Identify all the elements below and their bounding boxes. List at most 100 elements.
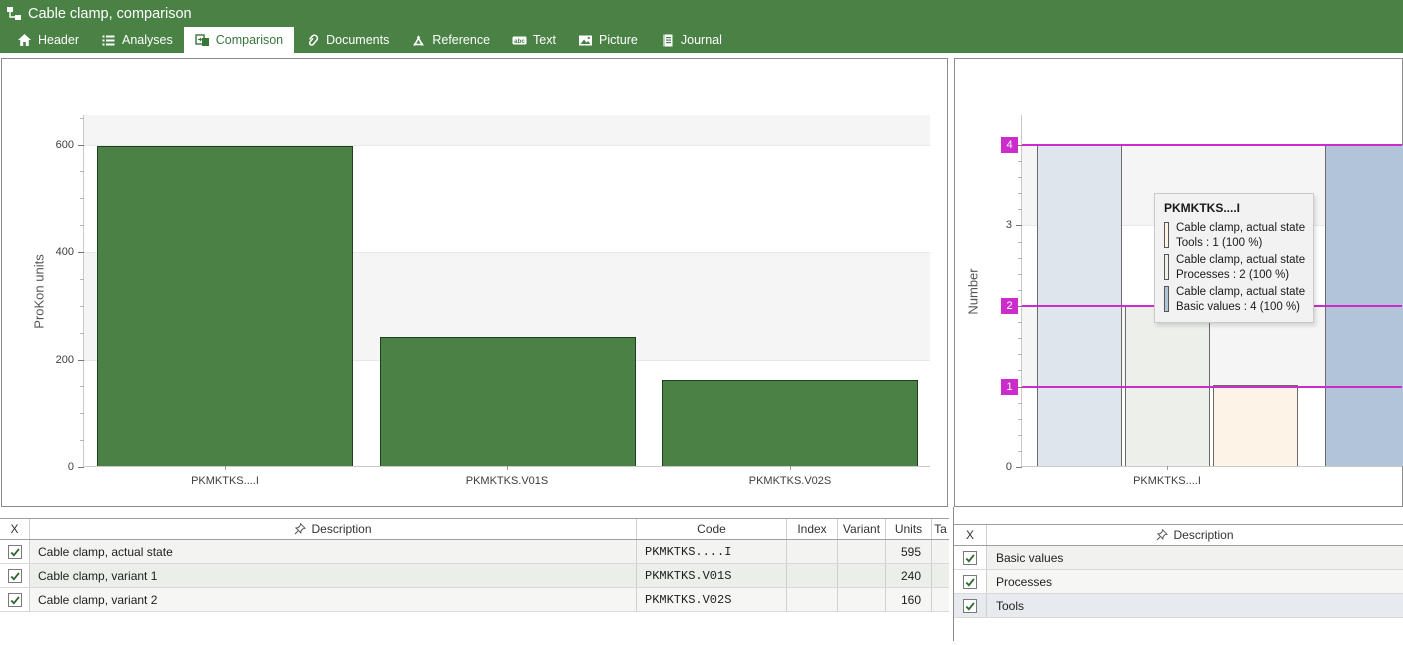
column-header-description[interactable]: Description bbox=[987, 525, 1403, 545]
y-minor-tick bbox=[1018, 290, 1022, 291]
x-category-label: PKMKTKS....I bbox=[1133, 475, 1201, 487]
y-minor-tick bbox=[80, 413, 84, 414]
y-minor-tick bbox=[80, 440, 84, 441]
column-header-x[interactable]: X bbox=[0, 519, 30, 539]
row-checkbox[interactable] bbox=[8, 593, 22, 607]
tooltip-title: PKMKTKS....I bbox=[1164, 201, 1305, 215]
column-header-x[interactable]: X bbox=[954, 525, 987, 545]
tab-label: Journal bbox=[681, 33, 722, 47]
table-row[interactable]: Processes bbox=[954, 570, 1403, 594]
row-checkbox[interactable] bbox=[8, 545, 22, 559]
y-minor-tick bbox=[80, 198, 84, 199]
tab-bar: Header Analyses Comparison Documents bbox=[0, 27, 1403, 53]
tooltip-item: Cable clamp, actual state Processes : 2 … bbox=[1164, 253, 1305, 282]
column-header-units[interactable]: Units bbox=[886, 519, 932, 539]
y-tick bbox=[1016, 225, 1022, 226]
tooltip-item: Cable clamp, actual state Tools : 1 (100… bbox=[1164, 221, 1305, 250]
reference-line-label-2: 2 bbox=[1001, 298, 1018, 314]
window-titlebar: Cable clamp, comparison bbox=[0, 0, 1403, 27]
cell-units: 240 bbox=[886, 564, 932, 587]
cell-description: Cable clamp, variant 1 bbox=[30, 564, 637, 587]
y-tick bbox=[78, 252, 84, 253]
tab-documents[interactable]: Documents bbox=[294, 27, 400, 53]
y-minor-tick bbox=[80, 279, 84, 280]
right-chart-panel: Number 0 3 PKMKTKS....I PKMKTKS....I bbox=[954, 58, 1403, 507]
column-header-target[interactable]: Ta bbox=[932, 519, 949, 539]
column-header-variant[interactable]: Variant bbox=[838, 519, 886, 539]
bar-PKMKTKS.V01S[interactable] bbox=[380, 337, 636, 466]
left-chart-plot[interactable]: 0 200 400 600 PKMKTKS....I PKMKTKS.V01S … bbox=[83, 115, 930, 467]
paperclip-icon bbox=[305, 33, 320, 48]
check-icon bbox=[964, 552, 976, 564]
abc-icon: abc bbox=[512, 33, 527, 48]
column-header-index[interactable]: Index bbox=[787, 519, 838, 539]
cell-variant bbox=[838, 540, 886, 563]
check-icon bbox=[9, 546, 21, 558]
row-checkbox[interactable] bbox=[963, 551, 977, 565]
y-minor-tick bbox=[1018, 274, 1022, 275]
tooltip-series-name: Cable clamp, actual state bbox=[1176, 285, 1305, 300]
tab-reference[interactable]: Reference bbox=[400, 27, 501, 53]
y-minor-tick bbox=[1018, 451, 1022, 452]
bar-PKMKTKS.V02S[interactable] bbox=[662, 380, 918, 466]
row-checkbox[interactable] bbox=[963, 575, 977, 589]
tab-label: Reference bbox=[432, 33, 490, 47]
y-tick-label: 200 bbox=[56, 354, 74, 366]
tooltip-series-value: Basic values : 4 (100 %) bbox=[1176, 300, 1305, 315]
x-tick bbox=[1167, 466, 1168, 470]
table-row[interactable]: Cable clamp, actual state PKMKTKS....I 5… bbox=[0, 540, 949, 564]
right-chart-plot[interactable]: 0 3 PKMKTKS....I PKMKTKS....I Cable clam… bbox=[1021, 115, 1402, 467]
pin-icon bbox=[294, 523, 306, 535]
column-header-code[interactable]: Code bbox=[637, 519, 787, 539]
cell-description: Basic values bbox=[987, 546, 1403, 569]
left-chart-y-axis-title: ProKon units bbox=[32, 237, 47, 347]
tooltip-series-name: Cable clamp, actual state bbox=[1176, 253, 1305, 268]
row-checkbox[interactable] bbox=[963, 599, 977, 613]
cell-description: Tools bbox=[987, 594, 1403, 617]
y-tick-label: 0 bbox=[68, 461, 74, 473]
y-minor-tick bbox=[1018, 403, 1022, 404]
journal-icon bbox=[660, 33, 675, 48]
bar-PKMKTKS....I[interactable] bbox=[97, 146, 353, 466]
table-row selected-row[interactable]: Tools bbox=[954, 594, 1403, 618]
picture-icon bbox=[578, 33, 593, 48]
check-icon bbox=[964, 576, 976, 588]
table-row[interactable]: Cable clamp, variant 1 PKMKTKS.V01S 240 bbox=[0, 564, 949, 588]
cell-description: Cable clamp, actual state bbox=[30, 540, 637, 563]
column-header-description[interactable]: Description bbox=[30, 519, 637, 539]
y-minor-tick bbox=[1018, 435, 1022, 436]
variants-table-header-row: X Description Code Index Variant Units T… bbox=[0, 518, 949, 540]
reference-line-label-4: 4 bbox=[1001, 137, 1018, 153]
check-icon bbox=[964, 600, 976, 612]
y-minor-tick bbox=[1018, 370, 1022, 371]
tab-label: Analyses bbox=[122, 33, 173, 47]
left-chart-panel: ProKon units 0 200 400 600 PKMKTKS....I … bbox=[1, 58, 948, 507]
y-tick bbox=[78, 360, 84, 361]
tab-text[interactable]: abc Text bbox=[501, 27, 567, 53]
tab-journal[interactable]: Journal bbox=[649, 27, 733, 53]
table-row[interactable]: Cable clamp, variant 2 PKMKTKS.V02S 160 bbox=[0, 588, 949, 612]
y-minor-tick bbox=[80, 386, 84, 387]
tab-picture[interactable]: Picture bbox=[567, 27, 649, 53]
y-minor-tick bbox=[1018, 193, 1022, 194]
y-minor-tick bbox=[80, 118, 84, 119]
table-row[interactable]: Basic values bbox=[954, 546, 1403, 570]
y-tick-label: 3 bbox=[1006, 219, 1012, 231]
reference-line-4 bbox=[1022, 144, 1402, 146]
y-minor-tick bbox=[1018, 242, 1022, 243]
pin-icon bbox=[1156, 529, 1168, 541]
tab-header[interactable]: Header bbox=[6, 27, 90, 53]
tab-label: Text bbox=[533, 33, 556, 47]
cell-code: PKMKTKS.V02S bbox=[637, 588, 787, 611]
x-tick bbox=[225, 466, 226, 470]
cell-index bbox=[787, 588, 838, 611]
row-checkbox[interactable] bbox=[8, 569, 22, 583]
categories-table: X Description Basic values bbox=[954, 524, 1403, 618]
tab-comparison[interactable]: Comparison bbox=[184, 27, 294, 53]
tab-analyses[interactable]: Analyses bbox=[90, 27, 184, 53]
tab-label: Header bbox=[38, 33, 79, 47]
bar-tools[interactable] bbox=[1213, 385, 1298, 466]
y-tick bbox=[78, 145, 84, 146]
y-minor-tick bbox=[80, 333, 84, 334]
cell-index bbox=[787, 564, 838, 587]
